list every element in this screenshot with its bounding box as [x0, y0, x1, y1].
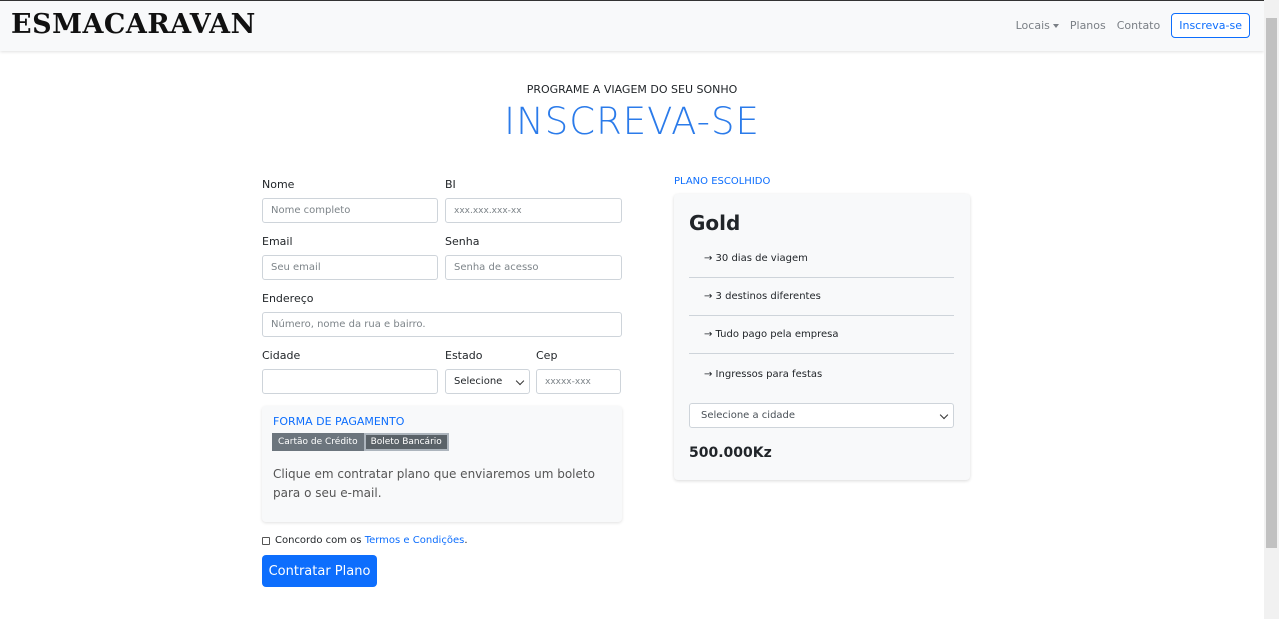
nome-input[interactable]: Nome completo [262, 198, 438, 223]
plan-card: Gold → 30 dias de viagem → 3 destinos di… [674, 194, 970, 480]
chevron-down-icon [939, 410, 949, 420]
brand-logo[interactable]: ESMACARAVAN [11, 9, 256, 40]
cep-label: Cep [536, 349, 558, 362]
endereco-label: Endereço [262, 292, 314, 305]
tab-cartao-credito[interactable]: Cartão de Crédito [272, 433, 364, 451]
nav-link-planos[interactable]: Planos [1070, 19, 1106, 32]
cidade-label: Cidade [262, 349, 301, 362]
estado-select-value: Selecione [454, 376, 503, 387]
nav-link-contato[interactable]: Contato [1117, 19, 1160, 32]
estado-label: Estado [445, 349, 483, 362]
email-label: Email [262, 235, 293, 248]
nav-links: Locais Planos Contato Inscreva-se [1016, 13, 1250, 38]
senha-label: Senha [445, 235, 480, 248]
terms-checkbox[interactable] [262, 536, 270, 545]
terms-prefix: Concordo com os [275, 535, 365, 546]
bi-label: BI [445, 178, 456, 191]
endereco-input[interactable]: Número, nome da rua e bairro. [262, 312, 622, 337]
plan-name: Gold [689, 211, 741, 235]
nav-link-locais-label: Locais [1015, 19, 1050, 32]
nome-label: Nome [262, 178, 295, 191]
plan-feature: → 30 dias de viagem [689, 240, 954, 278]
plan-feature: → 3 destinos diferentes [689, 278, 954, 316]
terms-suffix: . [464, 535, 468, 546]
city-select[interactable]: Selecione a cidade [689, 403, 954, 428]
tab-boleto-bancario[interactable]: Boleto Bancário [363, 433, 449, 451]
cep-input[interactable]: xxxxx-xxx [536, 369, 621, 394]
payment-panel: FORMA DE PAGAMENTO Cartão de Crédito Bol… [262, 406, 622, 522]
estado-select[interactable]: Selecione [445, 369, 530, 394]
payment-tabs: Cartão de Crédito Boleto Bancário [272, 433, 449, 451]
city-select-value: Selecione a cidade [701, 410, 796, 421]
cidade-input[interactable] [262, 369, 438, 394]
plan-price: 500.000Kz [689, 445, 772, 461]
scrollbar-thumb[interactable] [1266, 18, 1277, 548]
signup-button[interactable]: Inscreva-se [1171, 13, 1250, 38]
page-subtitle: PROGRAME A VIAGEM DO SEU SONHO [526, 83, 738, 96]
email-input[interactable]: Seu email [262, 255, 438, 280]
payment-title: FORMA DE PAGAMENTO [273, 415, 405, 428]
senha-input[interactable]: Senha de acesso [445, 255, 622, 280]
caret-down-icon [1052, 23, 1059, 28]
terms-link[interactable]: Termos e Condições [365, 535, 465, 546]
plan-feature: → Ingressos para festas [704, 368, 823, 380]
scrollbar[interactable] [1264, 0, 1279, 619]
contratar-plano-button[interactable]: Contratar Plano [262, 555, 377, 587]
plan-feature: → Tudo pago pela empresa [689, 316, 954, 354]
terms-agreement: Concordo com os Termos e Condições . [262, 535, 468, 546]
bi-input[interactable]: xxx.xxx.xxx-xx [445, 198, 622, 223]
page-title: INSCREVA-SE [504, 100, 760, 143]
nav-link-locais[interactable]: Locais [1016, 19, 1059, 32]
chevron-down-icon [515, 376, 525, 386]
plan-section-label: PLANO ESCOLHIDO [674, 176, 771, 187]
payment-description: Clique em contratar plano que enviaremos… [273, 467, 595, 500]
navbar: ESMACARAVAN Locais Planos Contato Inscre… [0, 0, 1264, 51]
